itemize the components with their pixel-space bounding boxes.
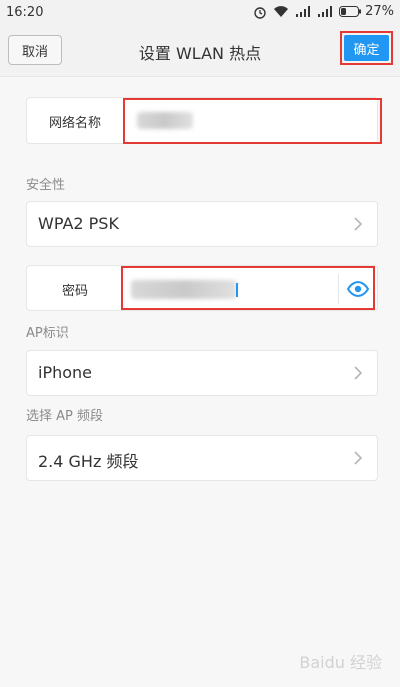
baidu-watermark: Baidu 经验 [299, 653, 382, 672]
security-selector[interactable]: WPA2 PSK [26, 201, 378, 247]
ap-band-section-label: 选择 AP 频段 [26, 409, 103, 424]
signal-icon-secondary [317, 5, 333, 18]
confirm-highlight: 确定 [340, 31, 393, 65]
text-cursor [236, 283, 238, 297]
status-time: 16:20 [6, 5, 44, 20]
ap-id-section-label: AP标识 [26, 326, 69, 341]
alarm-icon [253, 5, 267, 19]
network-name-input[interactable] [137, 112, 193, 129]
ap-id-selector[interactable]: iPhone [26, 350, 378, 396]
battery-icon [339, 6, 362, 17]
battery: 27% [339, 4, 394, 19]
security-section-label: 安全性 [26, 178, 66, 193]
header-bar: 取消 设置 WLAN 热点 确定 [0, 26, 400, 77]
battery-percent: 27% [365, 4, 394, 19]
ap-band-value: 2.4 GHz 频段 [38, 452, 139, 471]
ap-id-value: iPhone [38, 363, 93, 382]
chevron-right-icon [354, 451, 363, 465]
wifi-icon [273, 5, 289, 18]
status-bar: 16:20 27% [0, 0, 400, 26]
status-icons: 27% [253, 4, 394, 19]
password-input[interactable] [131, 280, 237, 299]
security-value: WPA2 PSK [38, 214, 119, 233]
chevron-right-icon [354, 217, 363, 231]
confirm-button[interactable]: 确定 [344, 35, 389, 61]
chevron-right-icon [354, 366, 363, 380]
ap-band-selector[interactable]: 2.4 GHz 频段 [26, 435, 378, 481]
signal-icon [295, 5, 311, 18]
password-label: 密码 [61, 284, 88, 299]
network-name-label: 网络名称 [48, 116, 101, 131]
